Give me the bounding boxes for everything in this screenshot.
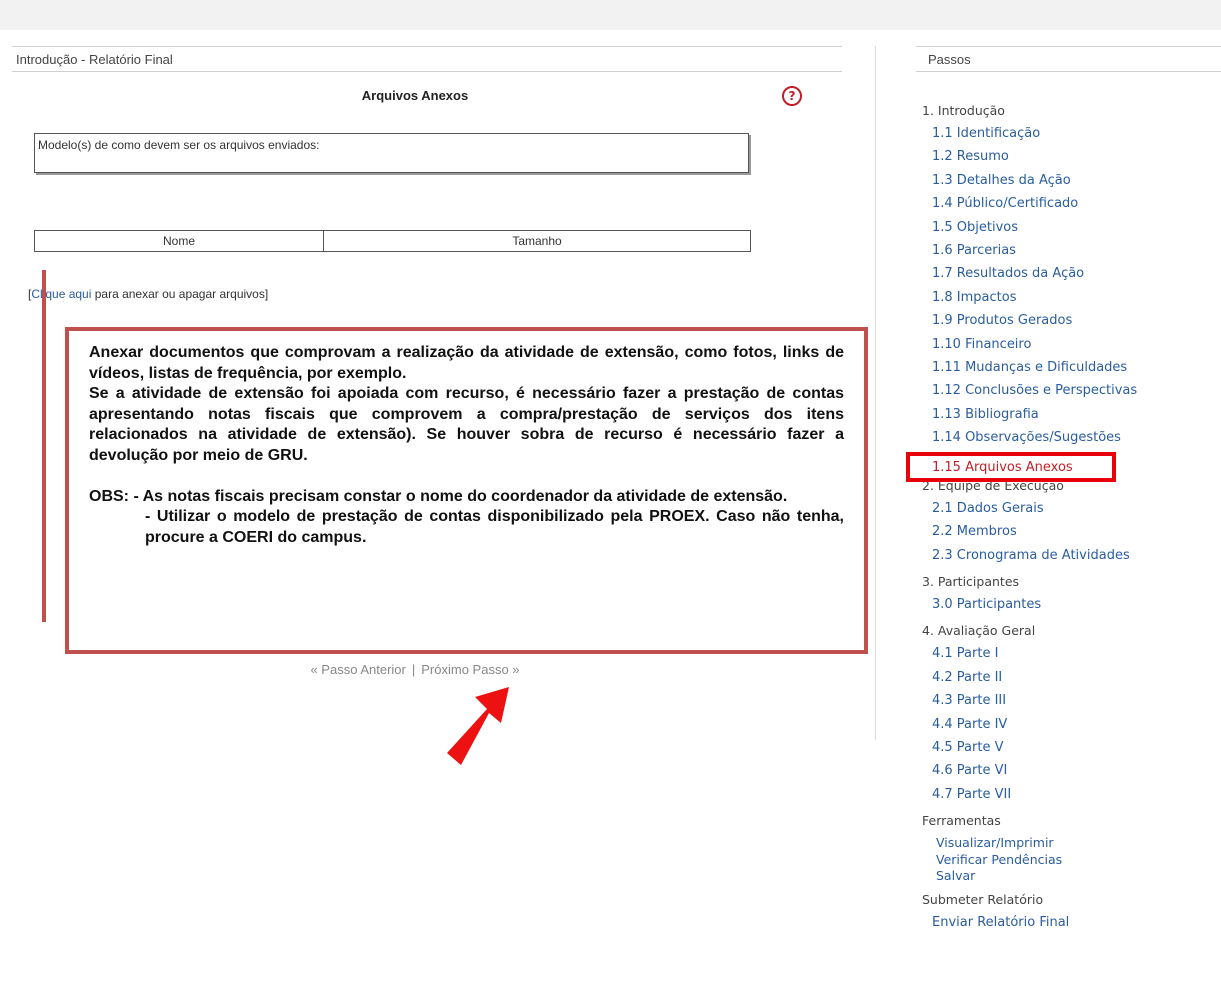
main-header: Introdução - Relatório Final [12, 46, 842, 72]
step-3-0[interactable]: 3.0 Participantes [922, 593, 1221, 616]
step-2-2[interactable]: 2.2 Membros [922, 520, 1221, 543]
step-4-7[interactable]: 4.7 Parte VII [922, 783, 1221, 806]
step-4-3[interactable]: 4.3 Parte III [922, 689, 1221, 712]
red-arrow-icon [447, 687, 509, 765]
step-1-10[interactable]: 1.10 Financeiro [922, 333, 1221, 356]
attach-files-line: [Clique aqui para anexar ou apagar arqui… [28, 287, 268, 301]
step-4-2[interactable]: 4.2 Parte II [922, 666, 1221, 689]
annotation-vertical-line [42, 270, 46, 622]
step-1-11[interactable]: 1.11 Mudanças e Dificuldades [922, 356, 1221, 379]
step-1-1[interactable]: 1.1 Identificação [922, 122, 1221, 145]
tool-verificar-pendencias[interactable]: Verificar Pendências [922, 852, 1221, 869]
previous-step-link[interactable]: « Passo Anterior [310, 662, 405, 677]
note-paragraph-3: OBS: - As notas fiscais precisam constar… [89, 487, 788, 505]
group-participantes: 3. Participantes [922, 574, 1020, 590]
step-2-3[interactable]: 2.3 Cronograma de Atividades [922, 544, 1221, 567]
active-step-label: 1.15 Arquivos Anexos [932, 460, 1073, 475]
group-avaliacao: 4. Avaliação Geral [922, 623, 1036, 639]
help-circle-icon[interactable]: ? [782, 86, 802, 106]
files-table: Nome Tamanho [34, 230, 751, 252]
step-1-2[interactable]: 1.2 Resumo [922, 145, 1221, 168]
column-size: Tamanho [323, 230, 751, 252]
step-1-14[interactable]: 1.14 Observações/Sugestões [922, 426, 1221, 449]
sidebar-steps: 1. Introdução 1.1 Identificação 1.2 Resu… [922, 98, 1221, 934]
attach-files-link[interactable]: Clique aqui [31, 287, 91, 301]
step-1-9[interactable]: 1.9 Produtos Gerados [922, 309, 1221, 332]
step-4-6[interactable]: 4.6 Parte VI [922, 759, 1221, 782]
tool-salvar[interactable]: Salvar [922, 868, 1221, 885]
step-4-5[interactable]: 4.5 Parte V [922, 736, 1221, 759]
active-step-highlight[interactable]: 1.15 Arquivos Anexos [906, 452, 1116, 482]
sidebar-header: Passos [916, 46, 1221, 72]
step-4-1[interactable]: 4.1 Parte I [922, 642, 1221, 665]
table-header-row: Nome Tamanho [34, 230, 751, 252]
pager-separator: | [411, 662, 416, 677]
step-1-7[interactable]: 1.7 Resultados da Ação [922, 262, 1221, 285]
step-1-6[interactable]: 1.6 Parcerias [922, 239, 1221, 262]
note-paragraph-4: - Utilizar o modelo de prestação de cont… [145, 508, 844, 546]
model-files-label: Modelo(s) de como devem ser os arquivos … [38, 138, 320, 152]
annotation-note-box: Anexar documentos que comprovam a realiz… [65, 327, 868, 654]
step-1-3[interactable]: 1.3 Detalhes da Ação [922, 169, 1221, 192]
group-introducao: 1. Introdução [922, 103, 1005, 118]
top-bar [0, 0, 1221, 30]
note-paragraph-2: Se a atividade de extensão foi apoiada c… [89, 385, 844, 464]
tool-visualizar-imprimir[interactable]: Visualizar/Imprimir [922, 835, 1221, 852]
group-submeter: Submeter Relatório [922, 891, 1044, 907]
section-title: Arquivos Anexos [361, 88, 469, 103]
group-ferramentas: Ferramentas [922, 813, 1001, 829]
step-1-13[interactable]: 1.13 Bibliografia [922, 403, 1221, 426]
step-1-5[interactable]: 1.5 Objetivos [922, 216, 1221, 239]
column-name: Nome [34, 230, 324, 252]
send-final-report-link[interactable]: Enviar Relatório Final [922, 911, 1221, 934]
step-pager: « Passo Anterior | Próximo Passo » [0, 662, 830, 677]
step-1-4[interactable]: 1.4 Público/Certificado [922, 192, 1221, 215]
step-4-4[interactable]: 4.4 Parte IV [922, 713, 1221, 736]
note-paragraph-1: Anexar documentos que comprovam a realiz… [89, 344, 844, 382]
step-2-1[interactable]: 2.1 Dados Gerais [922, 497, 1221, 520]
model-files-box: Modelo(s) de como devem ser os arquivos … [34, 133, 749, 173]
step-1-8[interactable]: 1.8 Impactos [922, 286, 1221, 309]
attach-files-text: para anexar ou apagar arquivos] [91, 287, 269, 301]
panel-divider [875, 46, 876, 740]
next-step-link[interactable]: Próximo Passo » [421, 662, 519, 677]
step-1-12[interactable]: 1.12 Conclusões e Perspectivas [922, 379, 1221, 402]
